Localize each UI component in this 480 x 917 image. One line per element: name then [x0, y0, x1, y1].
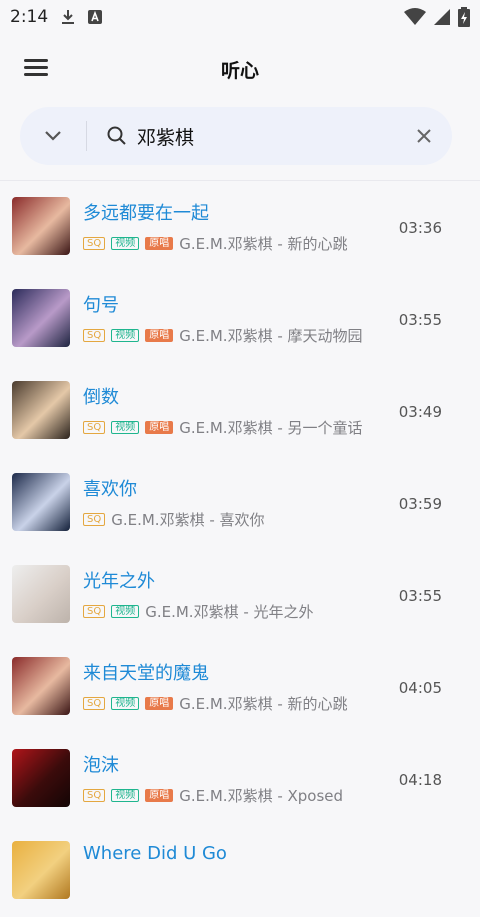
song-title: 泡沫	[83, 755, 119, 776]
original-badge: 原唱	[145, 329, 174, 342]
sq-badge: SQ	[83, 329, 106, 342]
song-title: 喜欢你	[83, 479, 137, 500]
hamburger-icon-line	[24, 66, 48, 69]
song-row[interactable]: 喜欢你 SQ G.E.M.邓紫棋 - 喜欢你 03:59	[0, 457, 480, 549]
album-cover	[12, 197, 70, 255]
album-cover	[12, 657, 70, 715]
search-icon	[107, 126, 126, 145]
menu-button[interactable]	[22, 56, 52, 80]
app-bar: 听心	[0, 40, 480, 98]
song-list: 多远都要在一起 SQ 视频 原唱 G.E.M.邓紫棋 - 新的心跳 03:36 句号 SQ 视频…	[0, 181, 480, 917]
search-input[interactable]	[135, 124, 394, 148]
clock: 2:14	[10, 7, 49, 27]
sq-badge: SQ	[83, 421, 106, 434]
chevron-down-icon	[45, 131, 61, 141]
artist-album: G.E.M.邓紫棋 - 另一个童话	[179, 419, 363, 437]
song-meta: SQ 视频 原唱 G.E.M.邓紫棋 - 摩天动物园	[83, 325, 363, 346]
song-duration: 04:05	[398, 679, 442, 697]
status-bar: 2:14	[0, 0, 480, 34]
mv-badge: 视频	[111, 605, 140, 618]
mv-badge: 视频	[111, 421, 140, 434]
sq-badge: SQ	[83, 513, 106, 526]
artist-album: G.E.M.邓紫棋 - 喜欢你	[111, 511, 265, 529]
album-cover	[12, 289, 70, 347]
search-bar	[20, 107, 452, 165]
song-title: 光年之外	[83, 571, 155, 592]
album-cover	[12, 473, 70, 531]
original-badge: 原唱	[145, 421, 174, 434]
album-cover	[12, 841, 70, 899]
song-meta: SQ 视频 原唱 G.E.M.邓紫棋 - Xposed	[83, 785, 343, 806]
cell-signal-icon	[434, 9, 450, 25]
wifi-icon	[404, 8, 426, 25]
artist-album: G.E.M.邓紫棋 - 光年之外	[145, 603, 314, 621]
download-icon	[62, 10, 75, 24]
album-cover	[12, 381, 70, 439]
song-meta: SQ 视频 原唱 G.E.M.邓紫棋 - 另一个童话	[83, 417, 363, 438]
song-row[interactable]: 泡沫 SQ 视频 原唱 G.E.M.邓紫棋 - Xposed 04:18	[0, 733, 480, 825]
close-icon	[417, 129, 431, 143]
song-title: 倒数	[83, 387, 119, 408]
original-badge: 原唱	[145, 237, 174, 250]
clear-search-button[interactable]	[404, 116, 444, 156]
song-duration: 03:55	[398, 587, 442, 605]
mv-badge: 视频	[111, 329, 140, 342]
mv-badge: 视频	[111, 789, 140, 802]
song-row[interactable]: 来自天堂的魔鬼 SQ 视频 原唱 G.E.M.邓紫棋 - 新的心跳 04:05	[0, 641, 480, 733]
sq-badge: SQ	[83, 237, 106, 250]
song-meta: SQ 视频 G.E.M.邓紫棋 - 光年之外	[83, 601, 314, 622]
song-row[interactable]: 倒数 SQ 视频 原唱 G.E.M.邓紫棋 - 另一个童话 03:49	[0, 365, 480, 457]
song-row[interactable]: 多远都要在一起 SQ 视频 原唱 G.E.M.邓紫棋 - 新的心跳 03:36	[0, 181, 480, 273]
app-notification-icon	[88, 10, 103, 24]
album-cover	[12, 565, 70, 623]
original-badge: 原唱	[145, 789, 174, 802]
song-duration: 03:55	[398, 311, 442, 329]
artist-album: G.E.M.邓紫棋 - Xposed	[179, 787, 344, 805]
app-title: 听心	[220, 59, 259, 82]
artist-album: G.E.M.邓紫棋 - 新的心跳	[179, 235, 348, 253]
search-type-dropdown[interactable]	[20, 107, 86, 165]
song-duration: 03:59	[398, 495, 442, 513]
song-row[interactable]: 句号 SQ 视频 原唱 G.E.M.邓紫棋 - 摩天动物园 03:55	[0, 273, 480, 365]
mv-badge: 视频	[111, 237, 140, 250]
album-cover	[12, 749, 70, 807]
sq-badge: SQ	[83, 789, 106, 802]
divider	[86, 121, 87, 151]
song-meta: SQ G.E.M.邓紫棋 - 喜欢你	[83, 509, 265, 530]
song-title: 多远都要在一起	[83, 203, 209, 224]
song-title: 来自天堂的魔鬼	[83, 663, 209, 684]
battery-icon	[458, 7, 470, 27]
song-meta: SQ 视频 原唱 G.E.M.邓紫棋 - 新的心跳	[83, 233, 348, 254]
hamburger-icon-line	[24, 73, 48, 76]
song-duration: 03:36	[398, 219, 442, 237]
song-row[interactable]: 光年之外 SQ 视频 G.E.M.邓紫棋 - 光年之外 03:55	[0, 549, 480, 641]
sq-badge: SQ	[83, 697, 106, 710]
song-duration: 04:18	[398, 771, 442, 789]
song-meta: SQ 视频 原唱 G.E.M.邓紫棋 - 新的心跳	[83, 693, 348, 714]
song-duration: 03:49	[398, 403, 442, 421]
mv-badge: 视频	[111, 697, 140, 710]
artist-album: G.E.M.邓紫棋 - 新的心跳	[179, 695, 348, 713]
song-row[interactable]: Where Did U Go	[0, 825, 480, 917]
original-badge: 原唱	[145, 697, 174, 710]
hamburger-icon	[24, 59, 48, 62]
song-title: Where Did U Go	[83, 843, 227, 864]
sq-badge: SQ	[83, 605, 106, 618]
song-title: 句号	[83, 295, 119, 316]
artist-album: G.E.M.邓紫棋 - 摩天动物园	[179, 327, 363, 345]
